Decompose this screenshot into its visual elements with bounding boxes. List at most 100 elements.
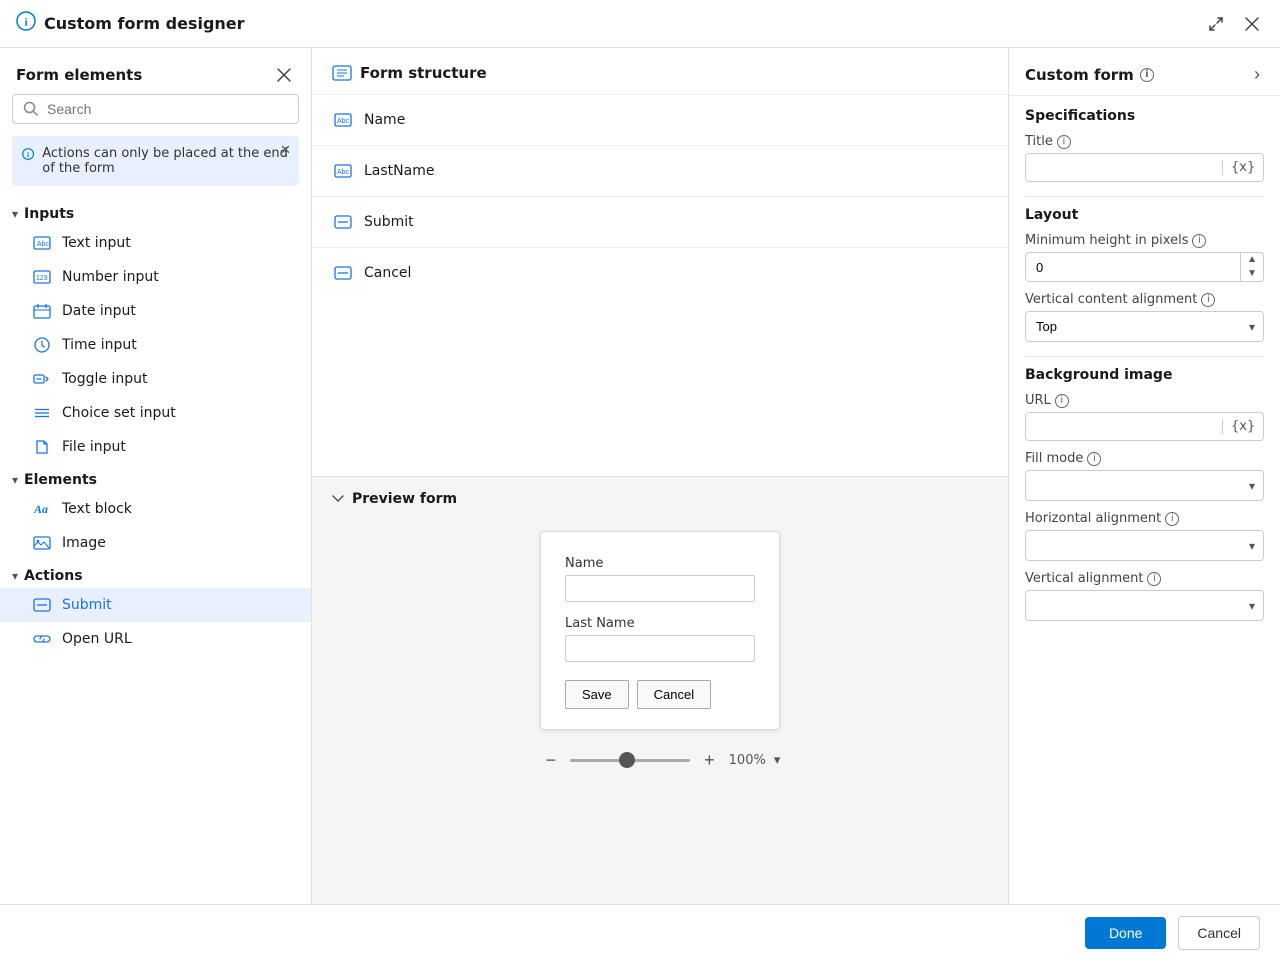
url-expression-icon[interactable]: {x} bbox=[1222, 419, 1263, 434]
title-field-label: Title i bbox=[1025, 134, 1264, 149]
svg-text:Aa: Aa bbox=[33, 502, 48, 516]
time-input-icon bbox=[32, 335, 52, 355]
text-block-icon: Aa bbox=[32, 499, 52, 519]
form-row-cancel-label: Cancel bbox=[364, 265, 411, 281]
close-window-button[interactable] bbox=[1240, 12, 1264, 36]
info-banner-text: Actions can only be placed at the end of… bbox=[42, 146, 289, 176]
url-label-text: URL bbox=[1025, 393, 1051, 408]
elements-section-header[interactable]: ▾ Elements bbox=[0, 464, 311, 492]
vertical-alignment-label: Vertical content alignment i bbox=[1025, 292, 1264, 307]
bottom-bar: Done Cancel bbox=[0, 904, 1280, 960]
title-input-wrapper: {x} bbox=[1025, 153, 1264, 182]
right-panel-expand-button[interactable]: › bbox=[1250, 62, 1264, 87]
fill-mode-select[interactable]: Cover Repeat RepeatHorizontally RepeatVe… bbox=[1026, 471, 1263, 500]
preview-header[interactable]: Preview form bbox=[312, 477, 1008, 521]
lastname-row-icon: Abc bbox=[332, 160, 354, 182]
min-height-info-icon: i bbox=[1192, 234, 1206, 248]
title-info-icon: i bbox=[1057, 135, 1071, 149]
zoom-in-button[interactable]: + bbox=[698, 748, 721, 773]
background-image-section-title: Background image bbox=[1025, 367, 1264, 383]
zoom-dropdown-button[interactable]: ▾ bbox=[774, 752, 781, 768]
list-item-open-url[interactable]: Open URL bbox=[0, 622, 311, 656]
open-url-label: Open URL bbox=[62, 631, 132, 647]
actions-section-header[interactable]: ▾ Actions bbox=[0, 560, 311, 588]
preview-lastname-input[interactable] bbox=[565, 635, 755, 662]
right-panel-info-icon: i bbox=[1140, 68, 1154, 82]
inputs-chevron-icon: ▾ bbox=[12, 207, 18, 221]
zoom-slider[interactable] bbox=[570, 759, 690, 762]
form-row-lastname[interactable]: Abc LastName bbox=[312, 145, 1008, 196]
bg-vertical-alignment-select[interactable]: Top Center Bottom bbox=[1026, 591, 1263, 620]
min-height-spin-down[interactable]: ▼ bbox=[1241, 267, 1263, 281]
url-label: URL i bbox=[1025, 393, 1264, 408]
image-icon bbox=[32, 533, 52, 553]
done-button[interactable]: Done bbox=[1085, 917, 1166, 949]
min-height-spin-up[interactable]: ▲ bbox=[1241, 253, 1263, 267]
search-input[interactable] bbox=[47, 101, 288, 117]
list-item-toggle-input[interactable]: Toggle input bbox=[0, 362, 311, 396]
min-height-spin: ▲ ▼ bbox=[1240, 253, 1263, 281]
list-item-text-block[interactable]: Aa Text block bbox=[0, 492, 311, 526]
list-item-choice-set-input[interactable]: Choice set input bbox=[0, 396, 311, 430]
list-item-number-input[interactable]: 123 Number input bbox=[0, 260, 311, 294]
image-label: Image bbox=[62, 535, 106, 551]
form-row-lastname-label: LastName bbox=[364, 163, 434, 179]
submit-icon bbox=[32, 595, 52, 615]
preview-form-actions: Save Cancel bbox=[565, 680, 755, 709]
right-panel-title-text: Custom form bbox=[1025, 66, 1134, 84]
preview-cancel-button[interactable]: Cancel bbox=[637, 680, 711, 709]
inputs-section-header[interactable]: ▾ Inputs bbox=[0, 198, 311, 226]
svg-text:Abc: Abc bbox=[37, 241, 50, 248]
preview-save-button[interactable]: Save bbox=[565, 680, 629, 709]
svg-text:Abc: Abc bbox=[337, 169, 350, 176]
list-item-submit[interactable]: Submit bbox=[0, 588, 311, 622]
zoom-out-button[interactable]: − bbox=[540, 748, 563, 773]
left-panel-title: Form elements bbox=[16, 66, 142, 84]
title-expression-icon[interactable]: {x} bbox=[1222, 160, 1263, 175]
cancel-button[interactable]: Cancel bbox=[1178, 916, 1260, 950]
elements-chevron-icon: ▾ bbox=[12, 473, 18, 487]
fill-mode-info-icon: i bbox=[1087, 452, 1101, 466]
vertical-alignment-select[interactable]: Top Center Bottom bbox=[1026, 312, 1263, 341]
horizontal-alignment-select[interactable]: Left Center Right bbox=[1026, 531, 1263, 560]
bg-vertical-alignment-label: Vertical alignment i bbox=[1025, 571, 1264, 586]
right-panel: Custom form i › Specifications Title i {… bbox=[1008, 48, 1280, 904]
preview-name-input[interactable] bbox=[565, 575, 755, 602]
search-box[interactable] bbox=[12, 94, 299, 124]
min-height-input[interactable] bbox=[1026, 254, 1240, 281]
info-banner-close-button[interactable]: ✕ bbox=[280, 142, 291, 158]
expand-button[interactable] bbox=[1204, 12, 1228, 36]
url-input[interactable] bbox=[1026, 413, 1222, 440]
form-row-cancel[interactable]: Cancel bbox=[312, 247, 1008, 298]
min-height-label: Minimum height in pixels i bbox=[1025, 233, 1264, 248]
right-panel-title: Custom form i bbox=[1025, 66, 1154, 84]
title-label-text: Title bbox=[1025, 134, 1053, 149]
bg-vertical-alignment-label-text: Vertical alignment bbox=[1025, 571, 1143, 586]
inputs-section-label: Inputs bbox=[24, 206, 74, 222]
text-block-label: Text block bbox=[62, 501, 132, 517]
list-item-date-input[interactable]: Date input bbox=[0, 294, 311, 328]
url-info-icon: i bbox=[1055, 394, 1069, 408]
form-row-submit[interactable]: Submit bbox=[312, 196, 1008, 247]
horizontal-alignment-label: Horizontal alignment i bbox=[1025, 511, 1264, 526]
list-item-text-input[interactable]: Abc Text input bbox=[0, 226, 311, 260]
file-input-icon bbox=[32, 437, 52, 457]
list-item-time-input[interactable]: Time input bbox=[0, 328, 311, 362]
info-circle-icon: i bbox=[16, 11, 36, 36]
form-row-name[interactable]: Abc Name bbox=[312, 94, 1008, 145]
form-row-submit-label: Submit bbox=[364, 214, 414, 230]
left-panel-close-button[interactable] bbox=[273, 64, 295, 86]
list-item-image[interactable]: Image bbox=[0, 526, 311, 560]
specifications-section-title: Specifications bbox=[1025, 108, 1264, 124]
actions-chevron-icon: ▾ bbox=[12, 569, 18, 583]
elements-section-label: Elements bbox=[24, 472, 97, 488]
right-panel-body: Specifications Title i {x} Layout Minimu… bbox=[1009, 96, 1280, 904]
fill-mode-select-wrapper: Cover Repeat RepeatHorizontally RepeatVe… bbox=[1025, 470, 1264, 501]
submit-row-icon bbox=[332, 211, 354, 233]
title-input[interactable] bbox=[1026, 154, 1222, 181]
open-url-icon bbox=[32, 629, 52, 649]
form-structure-title: Form structure bbox=[360, 64, 487, 82]
title-bar-left: i Custom form designer bbox=[16, 11, 245, 36]
list-item-file-input[interactable]: File input bbox=[0, 430, 311, 464]
svg-text:Abc: Abc bbox=[337, 118, 350, 125]
